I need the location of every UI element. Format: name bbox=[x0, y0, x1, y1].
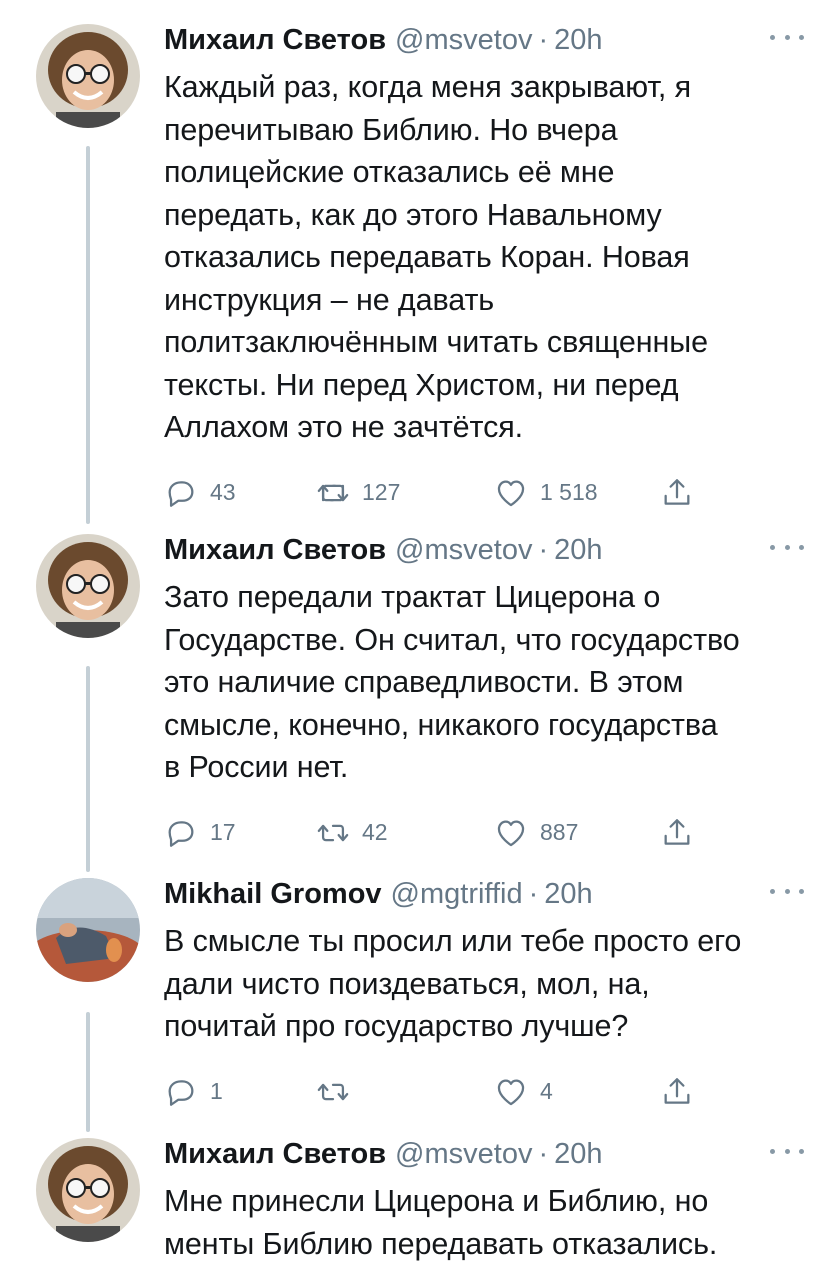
more-icon[interactable] bbox=[770, 540, 804, 554]
retweet-icon bbox=[317, 1083, 349, 1100]
retweet-count: 127 bbox=[362, 479, 401, 505]
tweet-actions: 17 42 887 bbox=[164, 813, 804, 853]
separator: · bbox=[538, 534, 549, 566]
like-count: 4 bbox=[540, 1078, 553, 1104]
tweet-text: Мне принесли Цицерона и Библию, но менты… bbox=[164, 1184, 718, 1261]
tweet-text: Каждый раз, когда меня закрывают, я пере… bbox=[164, 70, 708, 444]
author-name[interactable]: Михаил Светов bbox=[164, 534, 386, 567]
reply-icon bbox=[168, 480, 194, 507]
like-button[interactable]: 4 bbox=[494, 1072, 553, 1112]
like-count: 887 bbox=[540, 819, 579, 845]
thread-connector bbox=[86, 146, 90, 524]
like-button[interactable]: 887 bbox=[494, 813, 578, 853]
avatar[interactable] bbox=[36, 1138, 140, 1242]
author-handle[interactable]: @msvetov bbox=[395, 534, 532, 567]
tweet-header: Михаил Светов @msvetov · 20h bbox=[164, 534, 804, 574]
separator: · bbox=[528, 878, 539, 910]
reply-button[interactable]: 43 bbox=[164, 473, 236, 513]
author-handle[interactable]: @mgtriffid bbox=[391, 878, 523, 911]
tweet-header: Михаил Светов @msvetov · 20h bbox=[164, 24, 804, 64]
reply-count: 43 bbox=[210, 479, 236, 505]
author-name[interactable]: Михаил Светов bbox=[164, 24, 386, 57]
avatar[interactable] bbox=[36, 534, 140, 638]
retweet-button[interactable] bbox=[316, 1072, 362, 1112]
more-icon[interactable] bbox=[770, 884, 804, 898]
share-button[interactable] bbox=[660, 813, 694, 853]
separator: · bbox=[538, 24, 549, 56]
reply-icon bbox=[168, 820, 194, 847]
timestamp[interactable]: 20h bbox=[554, 534, 602, 567]
share-icon bbox=[664, 818, 690, 845]
tweet-header: Михаил Светов @msvetov · 20h bbox=[164, 1138, 804, 1178]
author-handle[interactable]: @msvetov bbox=[395, 1138, 532, 1171]
tweet-actions: 1 4 bbox=[164, 1072, 804, 1112]
share-icon bbox=[664, 1077, 690, 1104]
reply-count: 1 bbox=[210, 1078, 223, 1104]
tweet-text: Зато передали трактат Цицерона о Государ… bbox=[164, 580, 740, 784]
more-icon[interactable] bbox=[770, 1144, 804, 1158]
tweet-text: В смысле ты просил или тебе просто его д… bbox=[164, 924, 742, 1043]
retweet-button[interactable]: 127 bbox=[316, 473, 400, 513]
heart-icon bbox=[497, 480, 525, 506]
retweet-button[interactable]: 42 bbox=[316, 813, 388, 853]
avatar[interactable] bbox=[36, 878, 140, 982]
thread-connector bbox=[86, 1012, 90, 1132]
author-name[interactable]: Михаил Светов bbox=[164, 1138, 386, 1171]
tweet-actions: 43 127 1 518 bbox=[164, 473, 804, 513]
share-button[interactable] bbox=[660, 1072, 694, 1112]
retweet-count: 42 bbox=[362, 819, 388, 845]
heart-icon bbox=[497, 1079, 525, 1105]
reply-button[interactable]: 1 bbox=[164, 1072, 223, 1112]
author-name[interactable]: Mikhail Gromov bbox=[164, 878, 382, 911]
timestamp[interactable]: 20h bbox=[544, 878, 592, 911]
timestamp[interactable]: 20h bbox=[554, 24, 602, 57]
like-count: 1 518 bbox=[540, 479, 598, 505]
author-handle[interactable]: @msvetov bbox=[395, 24, 532, 57]
reply-icon bbox=[168, 1079, 194, 1106]
retweet-icon bbox=[317, 484, 349, 501]
reply-count: 17 bbox=[210, 819, 236, 845]
separator: · bbox=[538, 1138, 549, 1170]
reply-button[interactable]: 17 bbox=[164, 813, 236, 853]
retweet-icon bbox=[317, 824, 349, 841]
timestamp[interactable]: 20h bbox=[554, 1138, 602, 1171]
tweet-header: Mikhail Gromov @mgtriffid · 20h bbox=[164, 878, 804, 918]
share-button[interactable] bbox=[660, 473, 694, 513]
share-icon bbox=[664, 478, 690, 505]
more-icon[interactable] bbox=[770, 30, 804, 44]
thread-connector bbox=[86, 666, 90, 872]
avatar[interactable] bbox=[36, 24, 140, 128]
like-button[interactable]: 1 518 bbox=[494, 473, 598, 513]
heart-icon bbox=[497, 820, 525, 846]
tweet-thread: Михаил Светов @msvetov · 20h Каждый раз,… bbox=[0, 0, 838, 1280]
